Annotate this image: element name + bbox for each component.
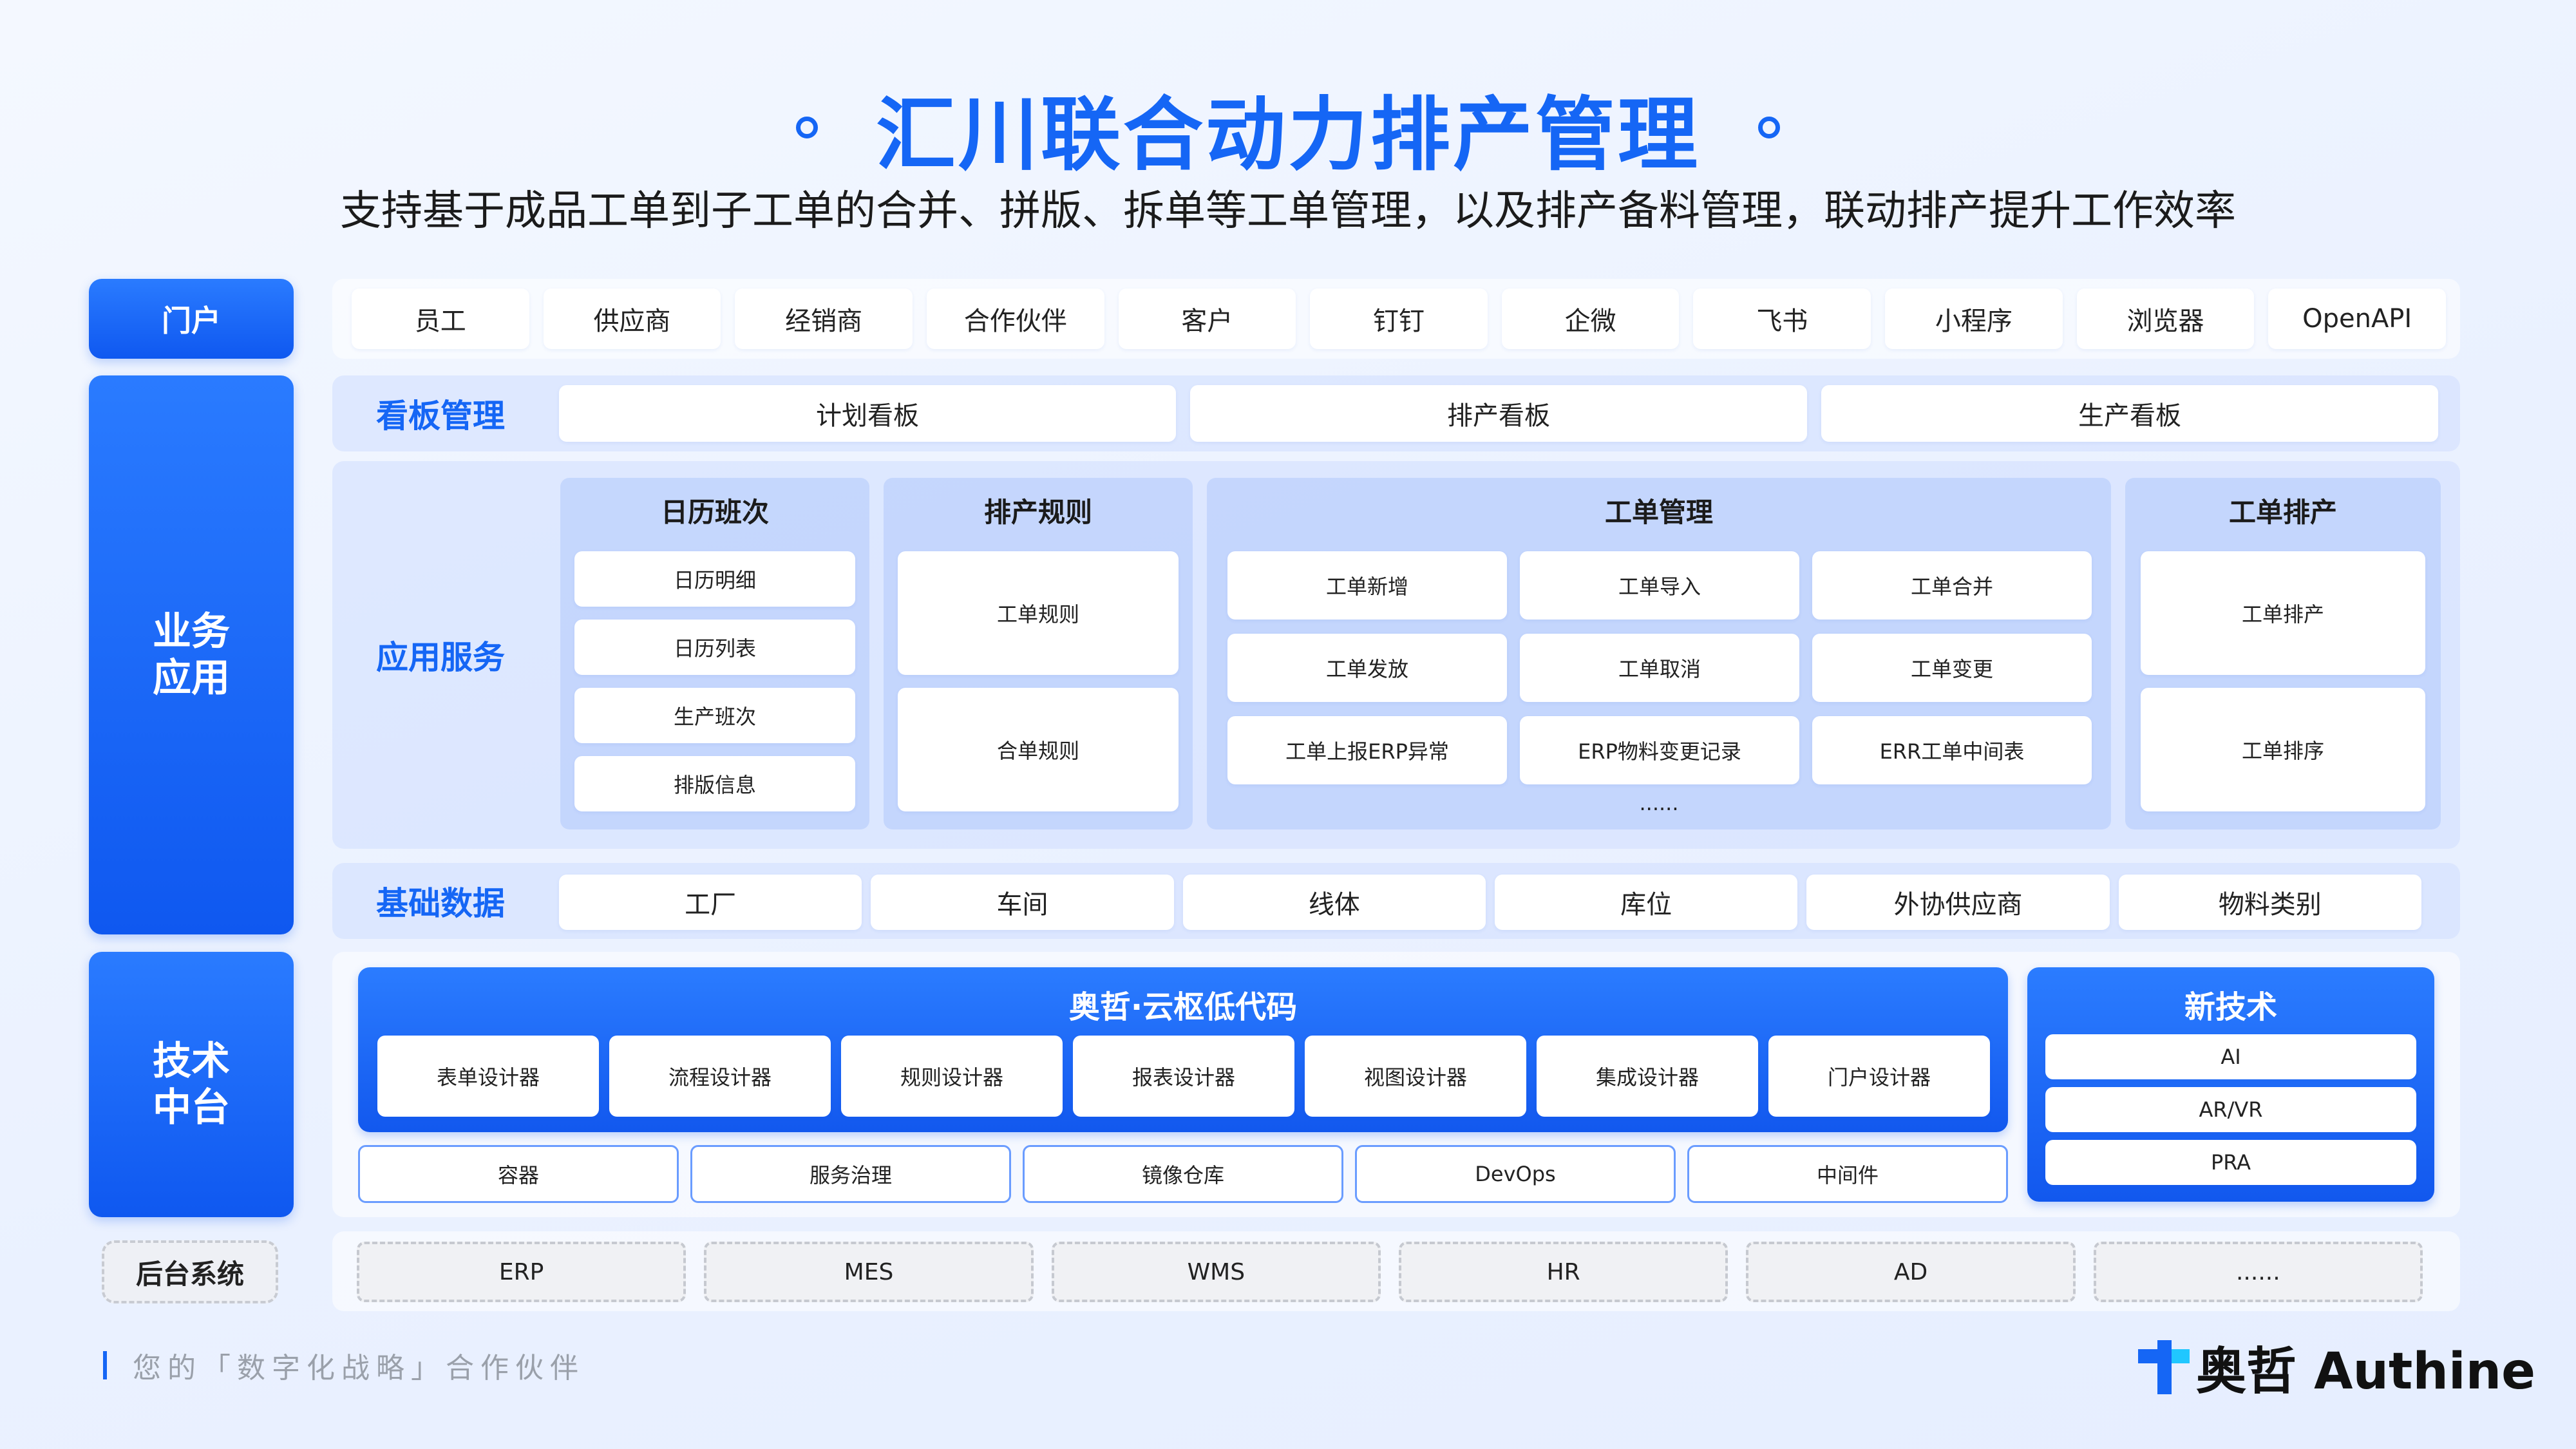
workorder-item: 工单变更 — [1812, 634, 2092, 702]
lowcode-item: 集成设计器 — [1537, 1036, 1758, 1117]
portal-item: 合作伙伴 — [926, 289, 1104, 349]
board-item: 计划看板 — [559, 385, 1176, 442]
title-area: 汇川联合动力排产管理 — [0, 76, 2576, 182]
workorder-item: 工单发放 — [1227, 634, 1507, 702]
base-data-item: 工厂 — [559, 875, 862, 930]
backend-item: WMS — [1051, 1242, 1381, 1302]
scheduling-item: 工单排序 — [2141, 688, 2425, 811]
page-subtitle: 支持基于成品工单到子工单的合并、拼版、拆单等工单管理，以及排产备料管理，联动排产… — [340, 187, 2236, 235]
workorder-item: 工单取消 — [1520, 634, 1799, 702]
base-data-item: 物料类别 — [2118, 875, 2421, 930]
portal-item: 浏览器 — [2076, 289, 2255, 349]
portal-item: 供应商 — [543, 289, 721, 349]
title-dot-right — [1758, 117, 1780, 138]
calendar-item: 排版信息 — [574, 756, 855, 811]
workorder-item: ERR工单中间表 — [1812, 716, 2092, 784]
lowcode-item: 流程设计器 — [609, 1036, 831, 1117]
portal-item: 员工 — [352, 289, 529, 349]
infra-item: 服务治理 — [690, 1145, 1011, 1203]
footer-tagline: 您的「数字化战略」合作伙伴 — [103, 1346, 585, 1385]
portal-item: 小程序 — [1885, 289, 2063, 349]
sidebar-portal: 门户 — [89, 279, 294, 359]
board-item: 排产看板 — [1190, 385, 1807, 442]
workorder-item: 工单合并 — [1812, 551, 2092, 620]
workorder-title: 工单管理 — [1604, 497, 1713, 528]
infra-item: 中间件 — [1687, 1145, 2008, 1203]
scheduling-item: 工单排产 — [2141, 551, 2425, 675]
infra-item: DevOps — [1355, 1145, 1676, 1203]
portal-item: 钉钉 — [1310, 289, 1488, 349]
workorder-item: 工单导入 — [1520, 551, 1799, 620]
base-data-item: 车间 — [871, 875, 1174, 930]
base-data-item: 库位 — [1495, 875, 1798, 930]
workorder-item: 工单上报ERP异常 — [1227, 716, 1507, 784]
rules-title: 排产规则 — [983, 497, 1092, 528]
newtech-title: 新技术 — [2184, 989, 2277, 1025]
lowcode-item: 视图设计器 — [1305, 1036, 1526, 1117]
newtech-item: AI — [2045, 1034, 2416, 1079]
rule-item: 合单规则 — [898, 688, 1179, 811]
scheduling-title: 工单排产 — [2228, 497, 2337, 528]
backend-item: ERP — [357, 1242, 687, 1302]
sidebar-business: 业务 应用 — [89, 375, 294, 934]
board-label: 看板管理 — [376, 397, 505, 435]
logo-text: 奥哲 Authine — [2196, 1343, 2536, 1401]
sidebar-tech: 技术 中台 — [89, 952, 294, 1217]
calendar-item: 日历列表 — [574, 620, 855, 675]
backend-item: MES — [704, 1242, 1034, 1302]
calendar-item: 日历明细 — [574, 551, 855, 607]
backend-item: HR — [1399, 1242, 1728, 1302]
app-services-label: 应用服务 — [376, 639, 505, 676]
lowcode-item: 表单设计器 — [377, 1036, 599, 1117]
footer-bar — [103, 1351, 107, 1379]
portal-item: 飞书 — [1693, 289, 1871, 349]
backend-item: AD — [1746, 1242, 2076, 1302]
lowcode-item: 规则设计器 — [841, 1036, 1063, 1117]
title-dot-left — [795, 117, 818, 138]
workorder-item: 工单新增 — [1227, 551, 1507, 620]
footer-text: 您的「数字化战略」合作伙伴 — [133, 1352, 585, 1385]
base-data-label: 基础数据 — [376, 885, 505, 922]
workorder-more: ...... — [1639, 791, 1679, 815]
portal-item: OpenAPI — [2268, 289, 2446, 349]
lowcode-item: 报表设计器 — [1073, 1036, 1294, 1117]
portal-item: 客户 — [1118, 289, 1296, 349]
base-data-item: 外协供应商 — [1806, 875, 2110, 930]
backend-item: ...... — [2093, 1242, 2423, 1302]
workorder-item: ERP物料变更记录 — [1520, 716, 1799, 784]
rule-item: 工单规则 — [898, 551, 1179, 675]
board-item: 生产看板 — [1821, 385, 2438, 442]
infra-item: 镜像仓库 — [1023, 1145, 1343, 1203]
lowcode-title: 奥哲·云枢低代码 — [1068, 989, 1298, 1025]
newtech-item: PRA — [2045, 1140, 2416, 1185]
newtech-item: AR/VR — [2045, 1087, 2416, 1132]
lowcode-item: 门户设计器 — [1768, 1036, 1990, 1117]
authine-logo: 奥哲 Authine — [2138, 1338, 2535, 1401]
portal-item: 企微 — [1501, 289, 1680, 349]
calendar-item: 生产班次 — [574, 688, 855, 743]
sidebar-backend: 后台系统 — [102, 1240, 278, 1303]
infra-item: 容器 — [358, 1145, 679, 1203]
calendar-title: 日历班次 — [660, 497, 769, 528]
base-data-item: 线体 — [1182, 875, 1486, 930]
portal-item: 经销商 — [735, 289, 913, 349]
page-title: 汇川联合动力排产管理 — [875, 89, 1700, 182]
authine-logo-icon — [2138, 1340, 2190, 1394]
